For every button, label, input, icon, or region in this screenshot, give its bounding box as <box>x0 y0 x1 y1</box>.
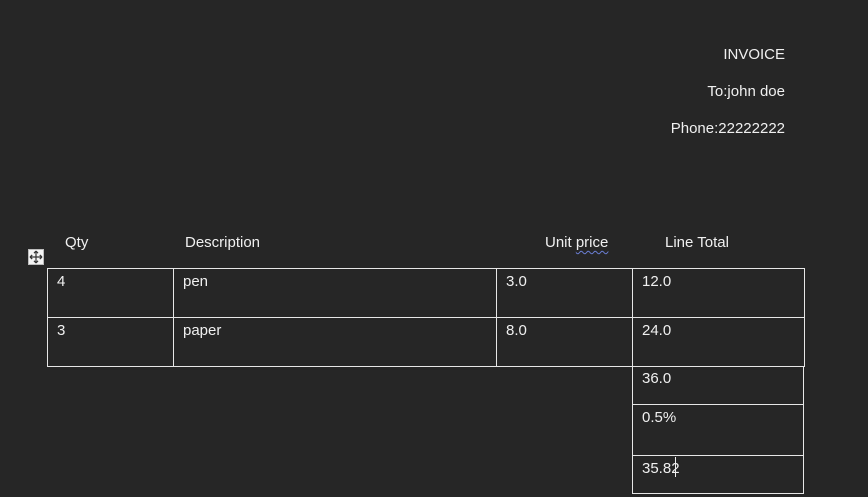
table-row: 36.0 <box>632 366 804 405</box>
table-row: 0.5% <box>632 404 804 456</box>
unit-price-word: Unit <box>545 234 576 251</box>
discount-cell[interactable]: 0.5% <box>632 404 804 456</box>
description-cell[interactable]: paper <box>173 317 497 367</box>
totals-table: 36.0 0.5% 35.82 <box>632 366 804 494</box>
line-total-cell[interactable]: 24.0 <box>632 317 805 367</box>
move-icon <box>29 250 43 264</box>
line-items-table: 4 pen 3.0 12.0 3 paper 8.0 24.0 <box>47 268 805 367</box>
column-header-line-total[interactable]: Line Total <box>665 233 729 252</box>
line-total-cell[interactable]: 12.0 <box>632 268 805 318</box>
unit-price-cell[interactable]: 8.0 <box>496 317 633 367</box>
column-header-description[interactable]: Description <box>185 233 260 252</box>
phone-line[interactable]: Phone:22222222 <box>671 119 785 138</box>
table-row: 35.82 <box>632 455 804 494</box>
total-cell[interactable]: 35.82 <box>632 455 804 494</box>
invoice-header: INVOICE To:john doe Phone:22222222 <box>671 45 785 156</box>
subtotal-cell[interactable]: 36.0 <box>632 366 804 405</box>
description-cell[interactable]: pen <box>173 268 497 318</box>
qty-cell[interactable]: 3 <box>47 317 174 367</box>
column-header-unit-price[interactable]: Unit price <box>545 233 608 252</box>
table-row: 3 paper 8.0 24.0 <box>47 317 805 367</box>
qty-cell[interactable]: 4 <box>47 268 174 318</box>
invoice-title[interactable]: INVOICE <box>671 45 785 64</box>
text-cursor <box>675 457 676 477</box>
unit-price-cell[interactable]: 3.0 <box>496 268 633 318</box>
column-header-qty[interactable]: Qty <box>65 233 88 252</box>
spellcheck-flagged-word[interactable]: price <box>576 234 609 251</box>
table-row: 4 pen 3.0 12.0 <box>47 268 805 318</box>
recipient-line[interactable]: To:john doe <box>671 82 785 101</box>
table-move-handle[interactable] <box>28 249 44 265</box>
